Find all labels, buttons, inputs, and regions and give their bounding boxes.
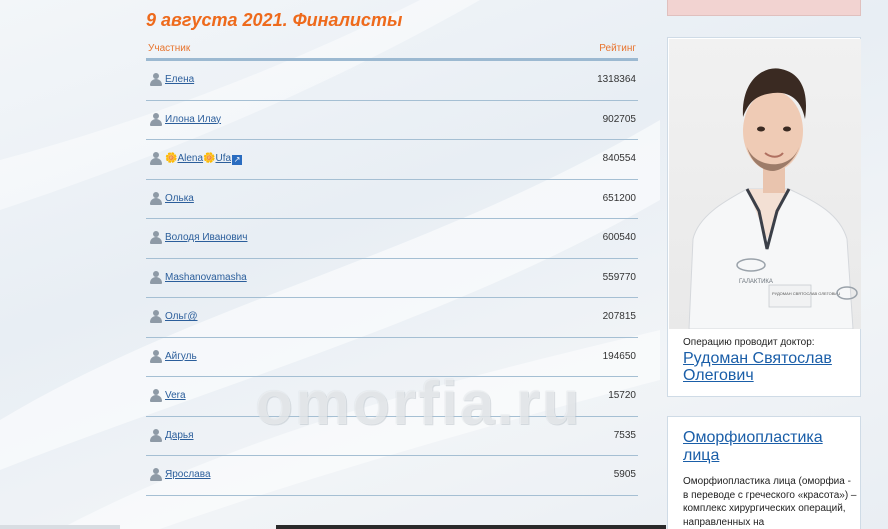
table-row: Володя Иванович 600540 xyxy=(146,219,638,259)
user-icon xyxy=(150,428,162,442)
coat-badge-text: РУДОМАН СВЯТОСЛАВ ОЛЕГОВИЧ xyxy=(772,291,840,296)
participant-link[interactable]: 🌼Alena🌼Ufa ↗ xyxy=(165,153,243,165)
table-row: Елена 1318364 xyxy=(146,61,638,101)
banner-box xyxy=(667,0,861,16)
participant-link[interactable]: Mashanovamasha xyxy=(165,272,247,283)
user-icon xyxy=(150,389,162,402)
rating-value: 559770 xyxy=(602,271,636,283)
participant-link[interactable]: Vera xyxy=(165,390,186,401)
table-row: Илона Илау 902705 xyxy=(146,101,638,140)
external-link-icon: ↗ xyxy=(232,155,243,165)
rating-value: 651200 xyxy=(602,192,636,204)
page-title: 9 августа 2021. Финалисты xyxy=(146,10,403,30)
participant-link[interactable]: Айгуль xyxy=(165,351,197,362)
user-icon xyxy=(150,310,162,323)
coat-logo-text: ГАЛАКТИКА xyxy=(739,279,773,285)
participant-link[interactable]: Дарья xyxy=(165,430,194,441)
table-row: Ольг@ 207815 xyxy=(146,298,638,338)
participant-link[interactable]: Ольг@ xyxy=(165,311,198,322)
rating-value: 207815 xyxy=(602,311,636,322)
doctor-name-link[interactable]: Рудоман Святослав Олегович xyxy=(683,350,858,384)
participant-link[interactable]: Володя Иванович xyxy=(165,232,247,243)
user-icon xyxy=(150,191,162,205)
bottom-bar xyxy=(276,525,666,529)
participant-link[interactable]: Ярослава xyxy=(165,469,211,480)
table-row: Mashanovamasha 559770 xyxy=(146,259,638,298)
user-icon xyxy=(150,231,162,244)
doctor-card: ГАЛАКТИКА РУДОМАН СВЯТОСЛАВ ОЛЕГОВИЧ Опе… xyxy=(667,37,861,397)
rating-value: 1318364 xyxy=(597,74,636,85)
user-icon xyxy=(150,468,162,481)
column-header-rating: Рейтинг xyxy=(599,43,636,54)
rating-value: 194650 xyxy=(602,350,636,362)
user-icon xyxy=(150,270,162,284)
doctor-photo: ГАЛАКТИКА РУДОМАН СВЯТОСЛАВ ОЛЕГОВИЧ xyxy=(669,39,861,329)
doctor-portrait-image: ГАЛАКТИКА РУДОМАН СВЯТОСЛАВ ОЛЕГОВИЧ xyxy=(688,68,858,329)
flower-icon: 🌼 xyxy=(203,153,216,164)
sidebar: ГАЛАКТИКА РУДОМАН СВЯТОСЛАВ ОЛЕГОВИЧ Опе… xyxy=(667,0,861,529)
participant-link[interactable]: Илона Илау xyxy=(165,114,221,125)
doctor-label: Операцию проводит доктор: xyxy=(683,337,815,348)
participant-name-part: Ufa xyxy=(215,153,232,164)
table-row: Ярослава 5905 xyxy=(146,456,638,496)
rating-value: 840554 xyxy=(602,153,636,164)
bottom-bar-left xyxy=(0,525,120,529)
column-header-participant: Участник xyxy=(148,43,191,54)
user-icon xyxy=(150,349,162,363)
participant-link[interactable]: Олька xyxy=(165,193,194,204)
user-icon xyxy=(150,73,162,86)
rating-value: 7535 xyxy=(613,429,636,441)
procedure-description: Оморфиопластика лица (оморфиа - в перево… xyxy=(683,476,857,528)
table-row: 🌼Alena🌼Ufa ↗ 840554 xyxy=(146,140,638,180)
rating-value: 600540 xyxy=(602,232,636,243)
flower-icon: 🌼 xyxy=(165,153,178,164)
watermark: omorfia.ru xyxy=(255,369,582,438)
user-icon xyxy=(150,112,162,126)
user-icon xyxy=(150,152,162,165)
participant-name-part: Alena xyxy=(177,153,204,164)
rating-value: 15720 xyxy=(608,390,636,401)
procedure-title-link[interactable]: Оморфиопластика лица xyxy=(683,429,858,465)
table-row: Олька 651200 xyxy=(146,180,638,219)
participant-link[interactable]: Елена xyxy=(165,74,194,85)
procedure-card: Оморфиопластика лица Оморфиопластика лиц… xyxy=(667,416,861,529)
rating-value: 902705 xyxy=(602,113,636,125)
rating-value: 5905 xyxy=(613,469,636,480)
